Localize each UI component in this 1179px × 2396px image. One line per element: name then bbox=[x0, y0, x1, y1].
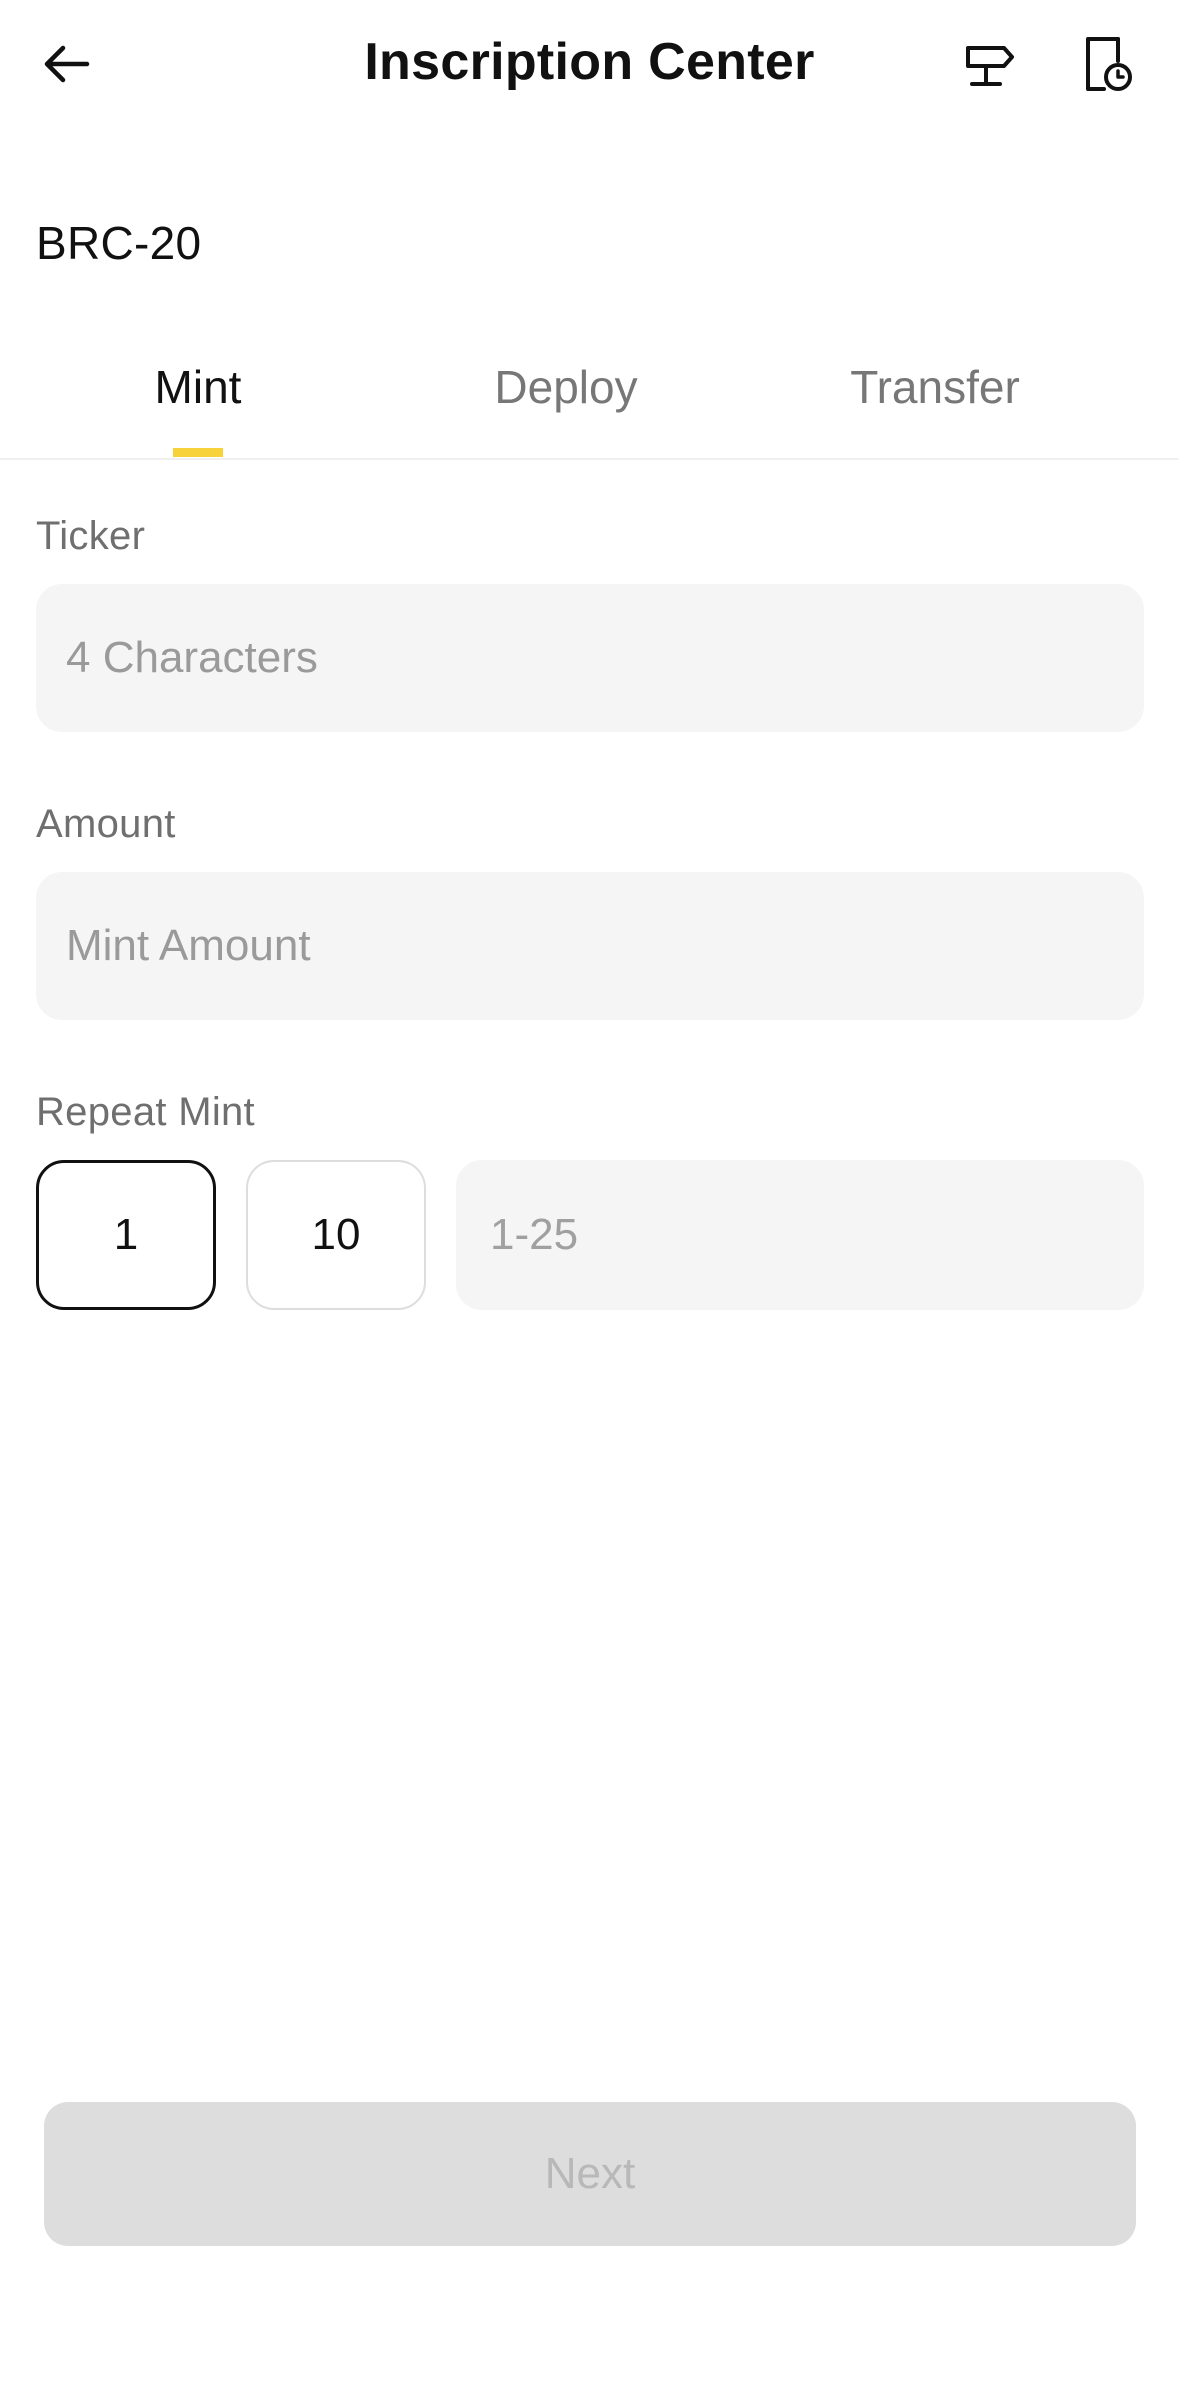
active-tab-indicator bbox=[173, 448, 223, 457]
tab-transfer[interactable]: Transfer bbox=[765, 360, 1105, 414]
tab-bar: Mint Deploy Transfer bbox=[0, 330, 1179, 460]
amount-input[interactable] bbox=[36, 872, 1144, 1020]
document-clock-icon bbox=[1086, 37, 1132, 91]
history-button[interactable] bbox=[1068, 24, 1148, 104]
next-button[interactable]: Next bbox=[44, 2102, 1136, 2246]
tab-deploy[interactable]: Deploy bbox=[396, 360, 736, 414]
ticker-label: Ticker bbox=[36, 514, 146, 558]
repeat-option-10[interactable]: 10 bbox=[246, 1160, 426, 1310]
repeat-option-1[interactable]: 1 bbox=[36, 1160, 216, 1310]
section-title: BRC-20 bbox=[36, 217, 202, 269]
repeat-custom-input[interactable] bbox=[456, 1160, 1144, 1310]
signpost-button[interactable] bbox=[950, 24, 1030, 104]
tab-mint[interactable]: Mint bbox=[28, 360, 368, 414]
top-bar: Inscription Center bbox=[0, 0, 1179, 130]
repeat-mint-label: Repeat Mint bbox=[36, 1090, 255, 1134]
ticker-input[interactable] bbox=[36, 584, 1144, 732]
amount-label: Amount bbox=[36, 802, 176, 846]
signpost-icon bbox=[966, 46, 1014, 86]
